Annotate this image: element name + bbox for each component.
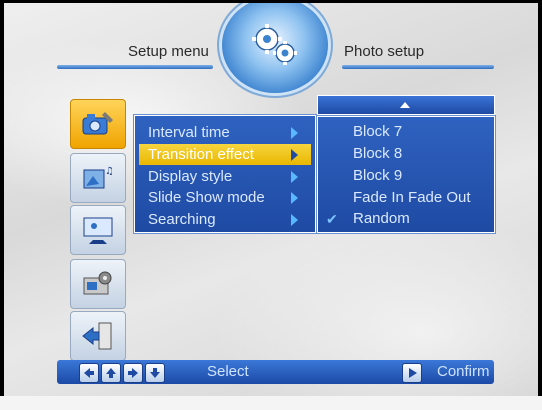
display-icon <box>83 217 113 244</box>
option-block-8[interactable]: Block 8 <box>353 143 402 164</box>
header-underline-left <box>57 65 213 69</box>
arrow-left-icon <box>84 368 94 378</box>
option-fade-in-fade-out[interactable]: Fade In Fade Out <box>353 187 471 208</box>
arrow-up-icon <box>400 102 410 108</box>
setup-screen: Setup menu Photo setup ♫ Interval time T… <box>4 3 538 396</box>
up-arrow-button[interactable] <box>101 363 121 383</box>
frame-bottom <box>0 396 542 410</box>
sidebar-item-photo-settings[interactable] <box>70 99 126 149</box>
sidebar-item-exit[interactable] <box>70 311 126 361</box>
menu-item-display-style[interactable]: Display style <box>139 166 311 187</box>
settings-gear-icon <box>83 271 112 295</box>
menu-item-searching[interactable]: Searching <box>139 209 311 230</box>
menu-item-interval-time[interactable]: Interval time <box>139 122 311 143</box>
setup-menu-list: Interval time Transition effect Display … <box>134 115 316 233</box>
select-hint-label: Select <box>207 363 249 380</box>
down-arrow-button[interactable] <box>145 363 165 383</box>
option-random[interactable]: Random <box>353 208 410 229</box>
play-icon <box>409 368 417 378</box>
chevron-right-icon <box>291 192 298 204</box>
sidebar-item-system[interactable] <box>70 259 126 309</box>
menu-item-transition-effect[interactable]: Transition effect <box>139 144 311 165</box>
slideshow-icon: ♫ <box>83 166 114 189</box>
arrow-right-icon <box>128 368 138 378</box>
checkmark-icon: ✔ <box>326 211 338 227</box>
left-arrow-button[interactable] <box>79 363 99 383</box>
transition-options-list: Block 7 Block 8 Block 9 Fade In Fade Out… <box>317 116 495 233</box>
right-arrow-button[interactable] <box>123 363 143 383</box>
arrow-up-icon <box>106 368 116 378</box>
exit-door-icon <box>82 322 112 350</box>
menu-item-label: Interval time <box>148 124 230 141</box>
camera-settings-icon <box>82 112 113 135</box>
chevron-right-icon <box>291 171 298 183</box>
menu-item-label: Transition effect <box>148 146 254 163</box>
header-underline-right <box>342 65 494 69</box>
option-block-7[interactable]: Block 7 <box>353 121 402 142</box>
menu-item-label: Display style <box>148 168 233 185</box>
photo-setup-title: Photo setup <box>344 43 425 60</box>
setup-menu-title: Setup menu <box>128 43 209 60</box>
chevron-right-icon <box>291 149 298 161</box>
menu-item-label: Searching <box>148 211 216 228</box>
frame-right <box>538 0 542 410</box>
svg-text:♫: ♫ <box>105 166 114 177</box>
scroll-up-button[interactable] <box>317 95 495 115</box>
confirm-hint-label: Confirm <box>437 363 490 380</box>
bottom-hint-bar: Select Confirm <box>57 360 494 384</box>
chevron-right-icon <box>291 127 298 139</box>
sidebar-item-display[interactable] <box>70 205 126 255</box>
menu-item-label: Slide Show mode <box>148 189 265 206</box>
confirm-button[interactable] <box>402 363 422 383</box>
chevron-right-icon <box>291 214 298 226</box>
sidebar-item-slideshow[interactable]: ♫ <box>70 153 126 203</box>
menu-item-slide-show-mode[interactable]: Slide Show mode <box>139 187 311 208</box>
gear-emblem-icon <box>222 3 328 93</box>
arrow-down-icon <box>150 368 160 378</box>
option-block-9[interactable]: Block 9 <box>353 165 402 186</box>
